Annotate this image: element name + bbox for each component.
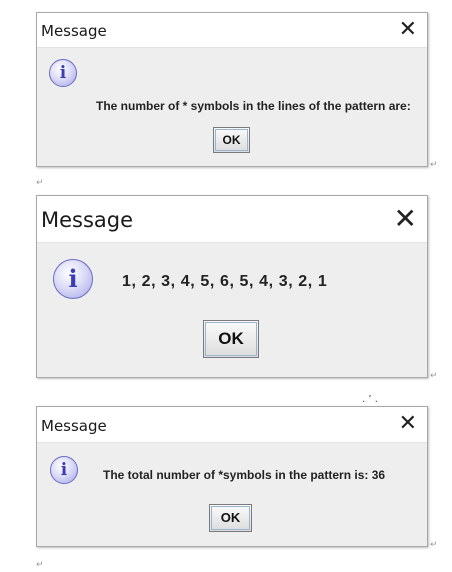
dialog-message: The total number of *symbols in the patt… (103, 468, 386, 482)
dialog-titlebar: Message ✕ (37, 13, 427, 48)
info-icon: i (53, 259, 93, 299)
info-icon: i (50, 456, 78, 484)
paragraph-mark: ↵ (430, 371, 438, 381)
paragraph-mark: ↵ (36, 178, 44, 188)
stray-marks: . ’ . (362, 394, 378, 405)
paragraph-mark: ↵ (36, 560, 44, 570)
close-icon[interactable]: ✕ (399, 411, 417, 436)
message-dialog-1: Message ✕ i The number of * symbols in t… (36, 12, 428, 167)
dialog-titlebar: Message ✕ (37, 407, 427, 443)
paragraph-mark: ↵ (430, 540, 438, 550)
ok-button[interactable]: OK (209, 504, 252, 532)
paragraph-mark: ↵ (430, 160, 438, 170)
dialog-title: Message (41, 417, 107, 435)
dialog-title: Message (41, 208, 134, 232)
dialog-message: 1, 2, 3, 4, 5, 6, 5, 4, 3, 2, 1 (122, 273, 328, 290)
info-icon: i (49, 59, 77, 87)
close-icon[interactable]: ✕ (399, 17, 417, 42)
dialog-title: Message (41, 22, 107, 40)
ok-button[interactable]: OK (213, 127, 250, 153)
dialog-titlebar: Message ✕ (37, 196, 427, 243)
message-dialog-3: Message ✕ i The total number of *symbols… (36, 406, 428, 547)
dialog-message: The number of * symbols in the lines of … (96, 99, 411, 113)
ok-button[interactable]: OK (203, 320, 259, 358)
close-icon[interactable]: ✕ (394, 202, 417, 235)
message-dialog-2: Message ✕ i 1, 2, 3, 4, 5, 6, 5, 4, 3, 2… (36, 195, 428, 378)
